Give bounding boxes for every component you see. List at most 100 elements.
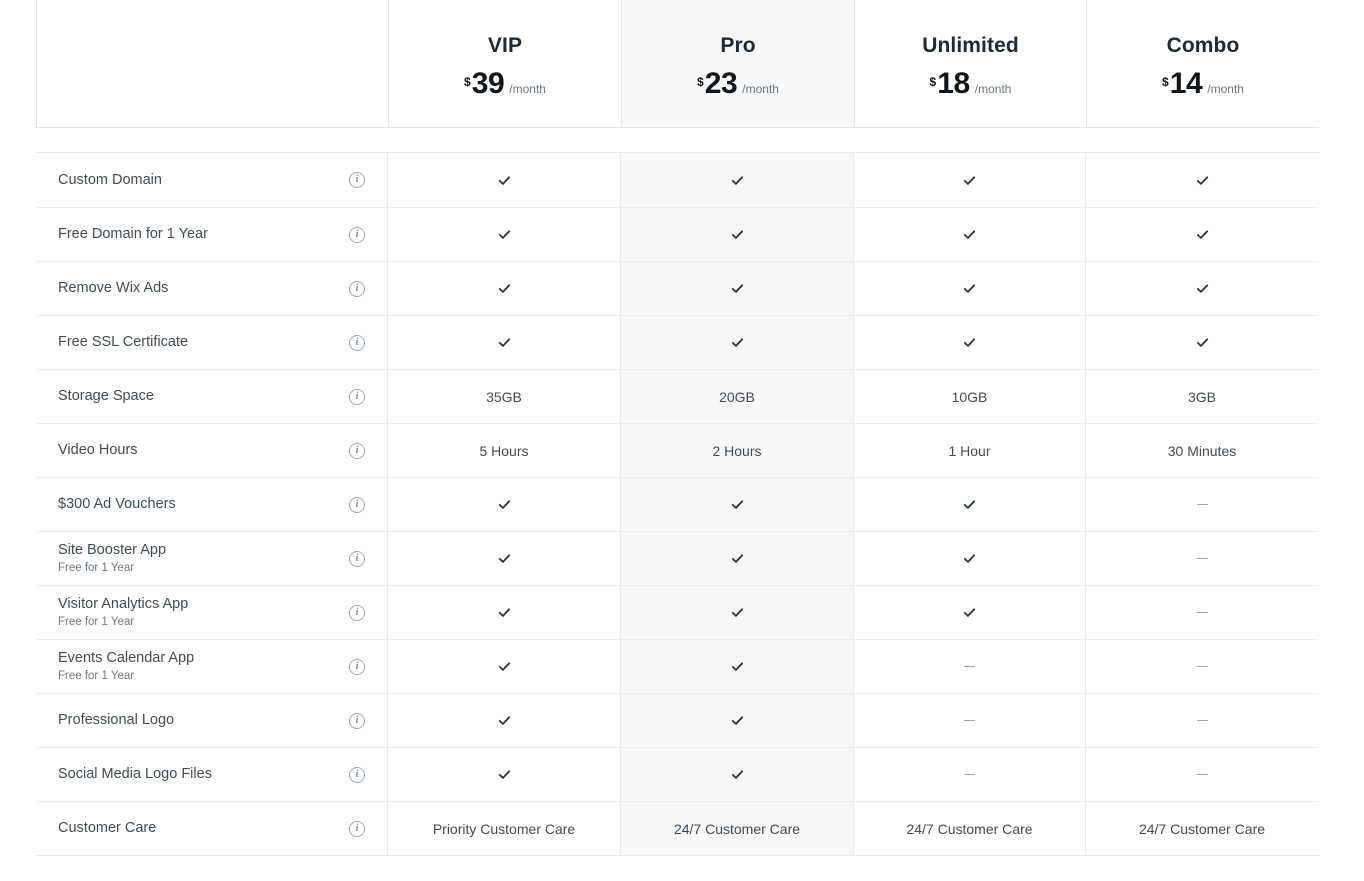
feature-value-cell: [1085, 639, 1318, 693]
feature-value-cell: [387, 477, 620, 531]
feature-value-cell: [853, 693, 1085, 747]
dash-icon: [964, 719, 975, 722]
feature-value-cell: [620, 315, 853, 369]
plan-column-vip[interactable]: VIP $39/month: [388, 0, 621, 127]
feature-label-cell: Storage Space i: [36, 369, 387, 423]
currency-symbol: $: [929, 75, 937, 90]
feature-value: 20GB: [719, 388, 755, 405]
price-amount: 14: [1169, 67, 1203, 101]
feature-value-cell: [853, 261, 1085, 315]
table-row: Events Calendar App Free for 1 Year i: [36, 639, 1319, 693]
feature-label: Custom Domain: [58, 171, 162, 188]
info-icon[interactable]: i: [349, 172, 365, 188]
feature-label: Social Media Logo Files: [58, 766, 212, 783]
feature-label-text: Visitor Analytics App Free for 1 Year: [58, 595, 188, 629]
feature-value-cell: [853, 585, 1085, 639]
feature-value: Priority Customer Care: [432, 820, 576, 837]
check-icon: [731, 554, 743, 563]
billing-period: /month: [1207, 82, 1244, 97]
feature-label-cell: Remove Wix Ads i: [36, 261, 387, 315]
info-icon[interactable]: i: [349, 226, 365, 243]
feature-value: 24/7 Customer Care: [1138, 820, 1266, 837]
feature-value-cell: [853, 747, 1085, 801]
table-row: Free Domain for 1 Year i: [36, 207, 1319, 261]
feature-label-text: Video Hours: [58, 441, 138, 459]
info-icon[interactable]: i: [349, 280, 365, 297]
feature-value-cell: 10GB: [853, 369, 1085, 423]
plan-column-unlimited[interactable]: Unlimited $18/month: [854, 0, 1086, 127]
dash-icon: [1196, 665, 1208, 668]
feature-value-cell: [1085, 531, 1318, 585]
plan-price: $14/month: [1162, 69, 1244, 99]
check-icon: [963, 175, 976, 185]
plan-name: Pro: [720, 33, 756, 57]
info-icon[interactable]: i: [349, 388, 365, 405]
feature-value-cell: [1085, 477, 1318, 531]
feature-value-cell: 24/7 Customer Care: [1085, 801, 1318, 855]
info-icon[interactable]: i: [349, 820, 365, 837]
feature-value-cell: 35GB: [387, 369, 620, 423]
feature-sublabel: Free for 1 Year: [58, 669, 135, 682]
plan-name: Unlimited: [922, 33, 1019, 57]
check-icon: [1196, 230, 1208, 239]
feature-value-cell: Priority Customer Care: [387, 801, 620, 855]
info-icon[interactable]: i: [349, 766, 365, 783]
check-icon: [731, 338, 743, 347]
feature-value-cell: [620, 693, 853, 747]
plan-column-combo[interactable]: Combo $14/month: [1086, 0, 1319, 127]
feature-value-cell: 3GB: [1085, 369, 1318, 423]
feature-label: Remove Wix Ads: [58, 280, 169, 297]
check-icon: [498, 230, 510, 239]
info-icon[interactable]: i: [349, 442, 365, 459]
feature-value-cell: [853, 153, 1085, 207]
dash-icon: [1196, 503, 1208, 506]
plans-header: VIP $39/month Pro $23/month Unlimited $18/mon…: [36, 0, 1319, 128]
info-icon[interactable]: i: [349, 496, 365, 513]
info-icon[interactable]: i: [349, 658, 365, 675]
price-amount: 18: [937, 67, 970, 101]
table-row: Social Media Logo Files i: [36, 747, 1319, 801]
table-row: Free SSL Certificate i: [36, 315, 1319, 369]
feature-value-cell: [853, 315, 1085, 369]
feature-value-cell: [1085, 315, 1318, 369]
table-row: Custom Domain i: [36, 153, 1319, 207]
info-icon[interactable]: i: [349, 550, 365, 567]
info-icon[interactable]: i: [349, 604, 365, 621]
feature-label-cell: Visitor Analytics App Free for 1 Year i: [36, 585, 387, 639]
info-icon[interactable]: i: [349, 334, 365, 351]
check-icon: [731, 608, 743, 617]
feature-value-cell: [1085, 207, 1318, 261]
check-icon: [963, 608, 976, 617]
feature-label-text: Custom Domain: [58, 171, 162, 189]
feature-value: 1 Hour: [948, 442, 991, 459]
check-icon: [498, 608, 510, 617]
currency-symbol: $: [1162, 75, 1169, 90]
feature-value-cell: [387, 153, 620, 207]
feature-value-cell: [387, 693, 620, 747]
feature-label-cell: Professional Logo i: [36, 693, 387, 747]
feature-value-cell: [620, 153, 853, 207]
feature-label: Storage Space: [58, 388, 154, 405]
feature-label-cell: Site Booster App Free for 1 Year i: [36, 531, 387, 585]
feature-value-cell: [620, 477, 853, 531]
feature-value-cell: [1085, 261, 1318, 315]
dash-icon: [1196, 557, 1208, 560]
feature-label-cell: Events Calendar App Free for 1 Year i: [36, 639, 387, 693]
info-icon[interactable]: i: [349, 712, 365, 729]
dash-icon: [964, 665, 975, 668]
feature-label: Video Hours: [58, 442, 138, 459]
plan-column-pro[interactable]: Pro $23/month: [621, 0, 854, 127]
check-icon: [731, 716, 743, 725]
feature-value-cell: [387, 585, 620, 639]
feature-value-cell: [387, 531, 620, 585]
check-icon: [498, 338, 510, 347]
check-icon: [1196, 338, 1208, 347]
feature-value-cell: 30 Minutes: [1085, 423, 1318, 477]
plan-price: $18/month: [930, 69, 1012, 99]
table-row: Site Booster App Free for 1 Year i: [36, 531, 1319, 585]
feature-value-cell: [853, 531, 1085, 585]
feature-value: 30 Minutes: [1167, 442, 1237, 459]
dash-icon: [1196, 719, 1208, 722]
feature-value: 10GB: [951, 388, 988, 405]
feature-label-text: Remove Wix Ads: [58, 279, 168, 297]
